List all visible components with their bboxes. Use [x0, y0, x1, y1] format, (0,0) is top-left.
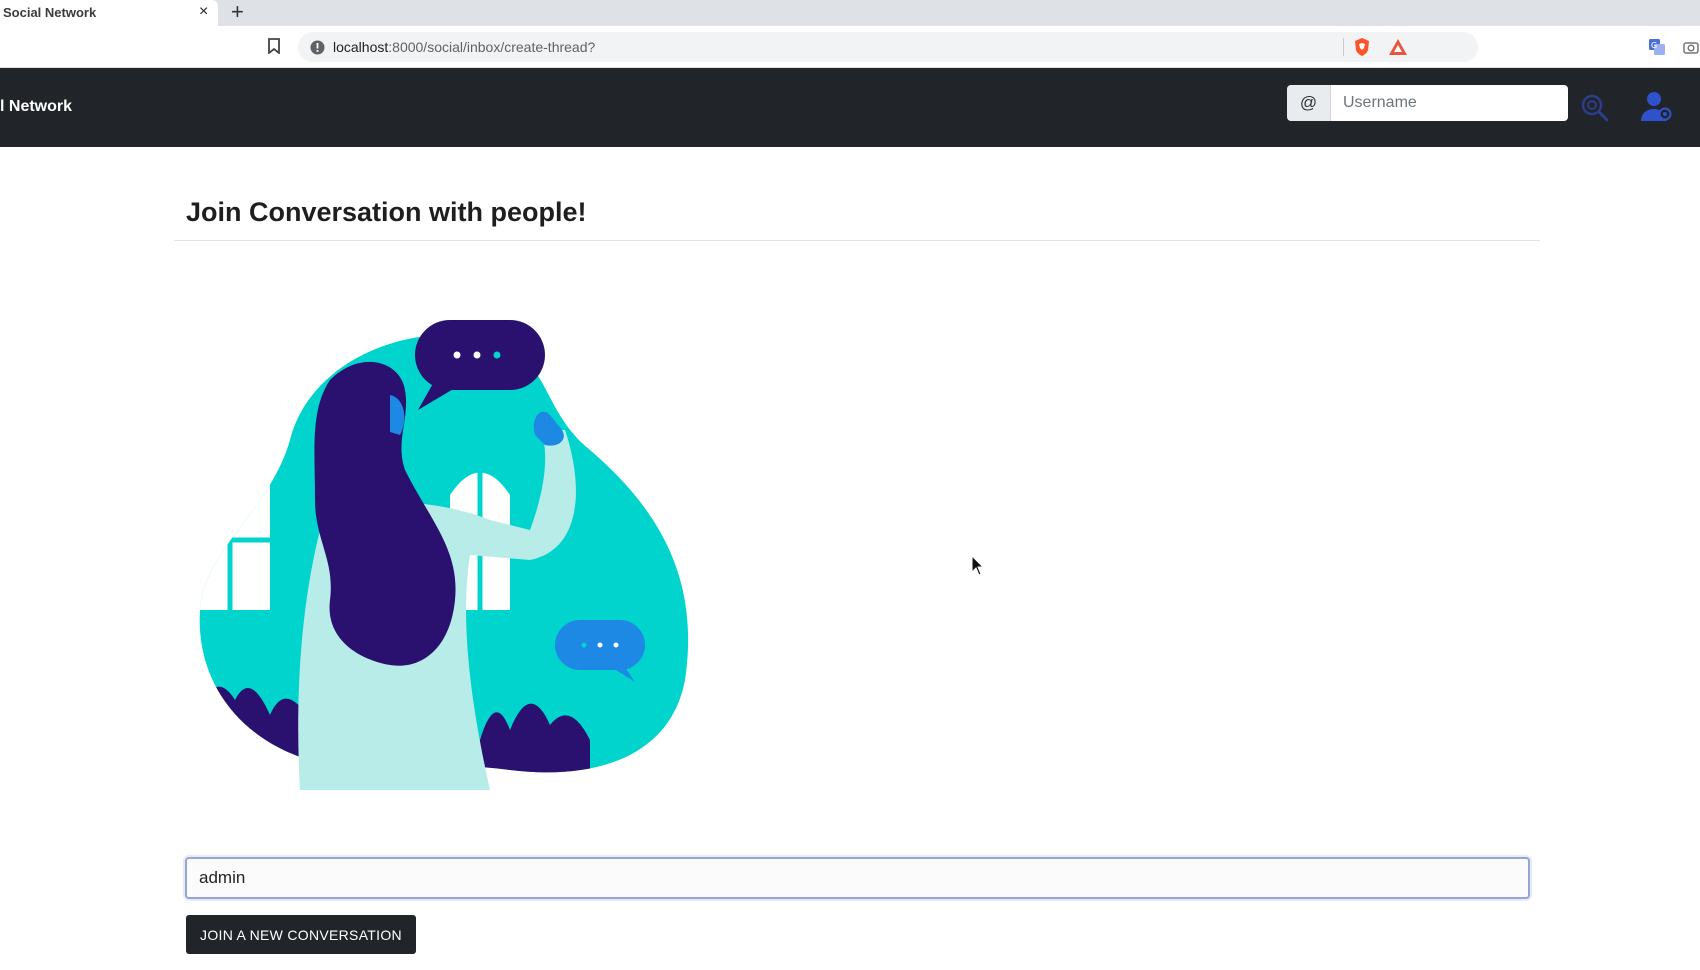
new-tab-icon[interactable]: +: [231, 0, 244, 24]
camera-icon[interactable]: [1683, 40, 1699, 59]
title-divider: [174, 240, 1540, 241]
svg-text:G: G: [1651, 41, 1657, 50]
bookmark-icon[interactable]: [268, 38, 280, 59]
username-search-input[interactable]: [1331, 85, 1568, 121]
tab-close-icon[interactable]: ×: [199, 3, 208, 21]
url-host: localhost: [333, 39, 389, 55]
translate-icon[interactable]: G: [1648, 38, 1666, 61]
browser-tab[interactable]: Social Network ×: [0, 0, 218, 26]
url-field[interactable]: localhost:8000/social/inbox/create-threa…: [298, 32, 1478, 62]
url-text: localhost:8000/social/inbox/create-threa…: [333, 39, 595, 55]
url-path: :8000/social/inbox/create-thread?: [388, 39, 596, 55]
recipient-username-input[interactable]: [185, 857, 1530, 899]
site-info-icon[interactable]: [310, 40, 325, 60]
site-navbar: l Network @: [0, 68, 1700, 147]
user-search-group: @: [1287, 85, 1568, 121]
browser-address-bar: localhost:8000/social/inbox/create-threa…: [0, 26, 1700, 68]
at-symbol-addon: @: [1287, 85, 1331, 121]
conversation-illustration: [190, 320, 710, 795]
search-icon[interactable]: [1580, 93, 1610, 128]
tab-title: Social Network: [3, 5, 97, 20]
browser-tab-bar: Social Network × +: [0, 0, 1700, 26]
join-conversation-button[interactable]: JOIN A NEW CONVERSATION: [186, 915, 416, 954]
page-title: Join Conversation with people!: [186, 197, 587, 227]
brand-link[interactable]: l Network: [0, 98, 72, 116]
url-divider: [1343, 38, 1344, 56]
brave-shield-icon[interactable]: [1353, 37, 1371, 62]
mouse-cursor-icon: [971, 554, 985, 582]
rewards-icon[interactable]: [1388, 38, 1408, 61]
profile-icon[interactable]: [1639, 90, 1673, 129]
